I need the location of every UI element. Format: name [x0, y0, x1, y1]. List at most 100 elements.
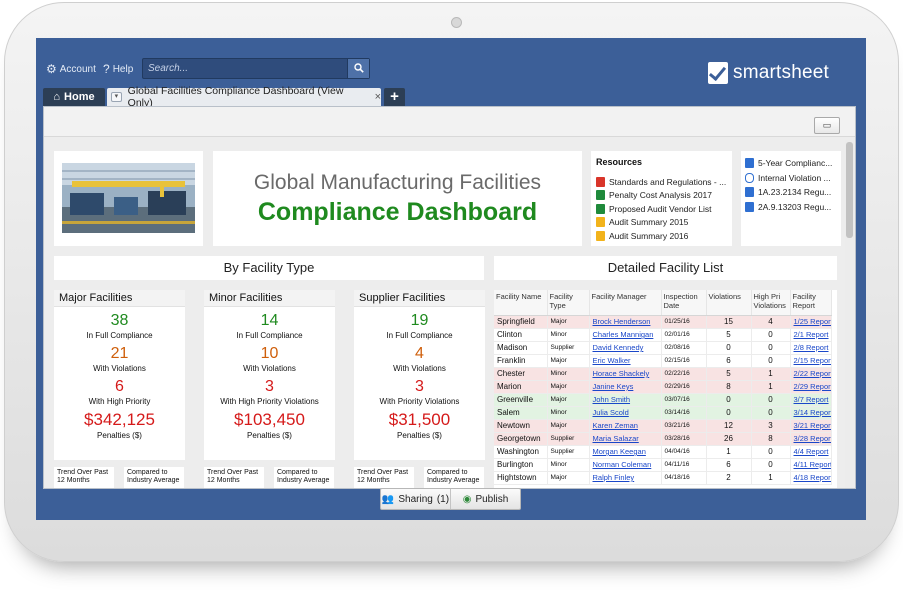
table-row[interactable]: Chester Minor Horace Shackely 02/22/16 5 1 2/2… [494, 367, 832, 381]
manager-link[interactable]: Maria Salazar [589, 432, 662, 446]
shortcut-label: 2A.9.13203 Regu... [758, 201, 832, 212]
column-header[interactable]: Facility Report [790, 290, 832, 316]
column-header[interactable]: Facility Manager [589, 290, 662, 316]
table-row[interactable]: Georgetown Supplier Maria Salazar 03/28/16 2… [494, 432, 832, 446]
report-link[interactable]: 2/29 Report [790, 380, 832, 394]
report-link[interactable]: 3/14 Report [790, 406, 832, 420]
manager-link[interactable]: Norman Coleman [589, 458, 662, 472]
resource-link[interactable]: Proposed Audit Vendor List [596, 202, 727, 216]
resource-link[interactable]: Penalty Cost Analysis 2017 [596, 189, 727, 203]
table-cell: Major [547, 393, 590, 407]
table-cell: Minor [547, 458, 590, 472]
manager-link[interactable]: Julia Scold [589, 406, 662, 420]
manager-link[interactable]: Horace Shackely [589, 367, 662, 381]
shortcut-link[interactable]: 5-Year Complianc... [745, 156, 837, 171]
report-link[interactable]: 3/28 Report [790, 432, 832, 446]
manager-link[interactable]: Karen Zeman [589, 419, 662, 433]
report-link[interactable]: 2/22 Report [790, 367, 832, 381]
vertical-scrollbar[interactable] [845, 140, 854, 488]
report-link[interactable]: 2/1 Report [790, 328, 832, 342]
report-link[interactable]: 2/15 Report [790, 354, 832, 368]
table-cell: 6 [706, 354, 752, 368]
table-cell: 1 [751, 471, 791, 485]
slides-icon [596, 230, 605, 241]
monitor-icon: ▭ [822, 120, 832, 130]
report-link[interactable]: 4/11 Report [790, 458, 832, 472]
shortcut-link[interactable]: Internal Violation ... [745, 171, 837, 186]
table-cell: 2 [706, 471, 752, 485]
report-link[interactable]: 4/4 Report [790, 445, 832, 459]
manager-link[interactable]: Brock Henderson [589, 315, 662, 329]
publish-label: Publish [475, 493, 509, 505]
table-row[interactable]: Marion Major Janine Keys 02/29/16 8 1 2/29 Rep… [494, 380, 832, 394]
table-cell: Clinton [494, 328, 548, 342]
resource-link[interactable]: Audit Summary 2015 [596, 216, 727, 230]
facility-type-name: Major Facilities [54, 290, 185, 307]
table-cell: 03/21/16 [661, 419, 707, 433]
help-menu[interactable]: ? Help [103, 62, 133, 76]
search-input[interactable] [143, 59, 347, 78]
sharing-button[interactable]: 👥 Sharing (1) [381, 489, 450, 509]
table-row[interactable]: Greenville Major John Smith 03/07/16 0 0 3/7 R… [494, 393, 832, 407]
excel-icon [596, 190, 605, 201]
report-link[interactable]: 3/7 Report [790, 393, 832, 407]
table-row[interactable]: Springfield Major Brock Henderson 01/25/16 1… [494, 315, 832, 329]
tab-menu-icon[interactable]: ▾ [111, 92, 122, 102]
manager-link[interactable]: John Smith [589, 393, 662, 407]
table-row[interactable]: Hightstown Major Ralph Finley 04/18/16 2 1 4/1… [494, 471, 832, 485]
manager-link[interactable]: Eric Walker [589, 354, 662, 368]
tab-dashboard[interactable]: ▾ Global Facilities Compliance Dashboard… [107, 85, 381, 109]
add-tab-button[interactable]: + [384, 88, 405, 106]
close-icon[interactable]: × [375, 91, 381, 103]
table-cell: Supplier [547, 432, 590, 446]
manager-link[interactable]: Morgan Keegan [589, 445, 662, 459]
table-cell: 15 [706, 315, 752, 329]
table-row[interactable]: Burlington Minor Norman Coleman 04/11/16 6 0 4… [494, 458, 832, 472]
table-cell: Hightstown [494, 471, 548, 485]
report-link[interactable]: 2/8 Report [790, 341, 832, 355]
table-cell: 02/29/16 [661, 380, 707, 394]
table-cell: 1 [751, 380, 791, 394]
table-row[interactable]: Franklin Major Eric Walker 02/15/16 6 0 2/15 R… [494, 354, 832, 368]
shortcut-link[interactable]: 2A.9.13203 Regu... [745, 200, 837, 215]
report-link[interactable]: 1/25 Report [790, 315, 832, 329]
factory-image [54, 151, 203, 246]
presentation-mode-button[interactable]: ▭ [814, 117, 840, 134]
violations-count: 4 [415, 345, 424, 362]
column-header[interactable]: Violations [706, 290, 752, 316]
violations-count: 10 [260, 345, 279, 362]
column-header[interactable]: Facility Name [494, 290, 548, 316]
search-button[interactable] [347, 59, 369, 78]
violations-label: With Violations [243, 364, 296, 373]
table-cell: Burlington [494, 458, 548, 472]
shortcut-label: 5-Year Complianc... [758, 158, 833, 169]
scrollbar-thumb[interactable] [846, 142, 853, 238]
tab-home[interactable]: ⌂ Home [43, 88, 105, 106]
table-row[interactable]: Clinton Minor Charles Mannigan 02/01/16 5 0 2/… [494, 328, 832, 342]
report-link[interactable]: 4/18 Report [790, 471, 832, 485]
shortcut-link[interactable]: 1A.23.2134 Regu... [745, 185, 837, 200]
priority-count: 3 [265, 378, 274, 395]
table-row[interactable]: Washington Supplier Morgan Keegan 04/04/16 1… [494, 445, 832, 459]
account-menu[interactable]: ⚙ Account [46, 62, 96, 76]
resource-link[interactable]: Audit Summary 2016 [596, 229, 727, 243]
table-row[interactable]: Madison Supplier David Kennedy 02/08/16 0 0 2/… [494, 341, 832, 355]
manager-link[interactable]: Ralph Finley [589, 471, 662, 485]
manager-link[interactable]: Janine Keys [589, 380, 662, 394]
column-header[interactable]: Inspection Date [661, 290, 707, 316]
table-cell: 12 [706, 419, 752, 433]
logo-text: smartsheet [733, 62, 829, 83]
column-header[interactable]: Facility Type [547, 290, 590, 316]
table-row[interactable]: Newtown Major Karen Zeman 03/21/16 12 3 3/21 R… [494, 419, 832, 433]
smartsheet-logo[interactable]: smartsheet [708, 62, 829, 84]
dashboard-title-widget: Global Manufacturing Facilities Complian… [213, 151, 582, 246]
manager-link[interactable]: Charles Mannigan [589, 328, 662, 342]
table-cell: Minor [547, 367, 590, 381]
manager-link[interactable]: David Kennedy [589, 341, 662, 355]
column-header[interactable]: High Pri Violations [751, 290, 791, 316]
table-cell: Minor [547, 406, 590, 420]
resource-link[interactable]: Standards and Regulations - ... [596, 175, 727, 189]
publish-button[interactable]: ◉ Publish [450, 489, 520, 509]
table-row[interactable]: Salem Minor Julia Scold 03/14/16 0 0 3/14 Repo… [494, 406, 832, 420]
report-link[interactable]: 3/21 Report [790, 419, 832, 433]
